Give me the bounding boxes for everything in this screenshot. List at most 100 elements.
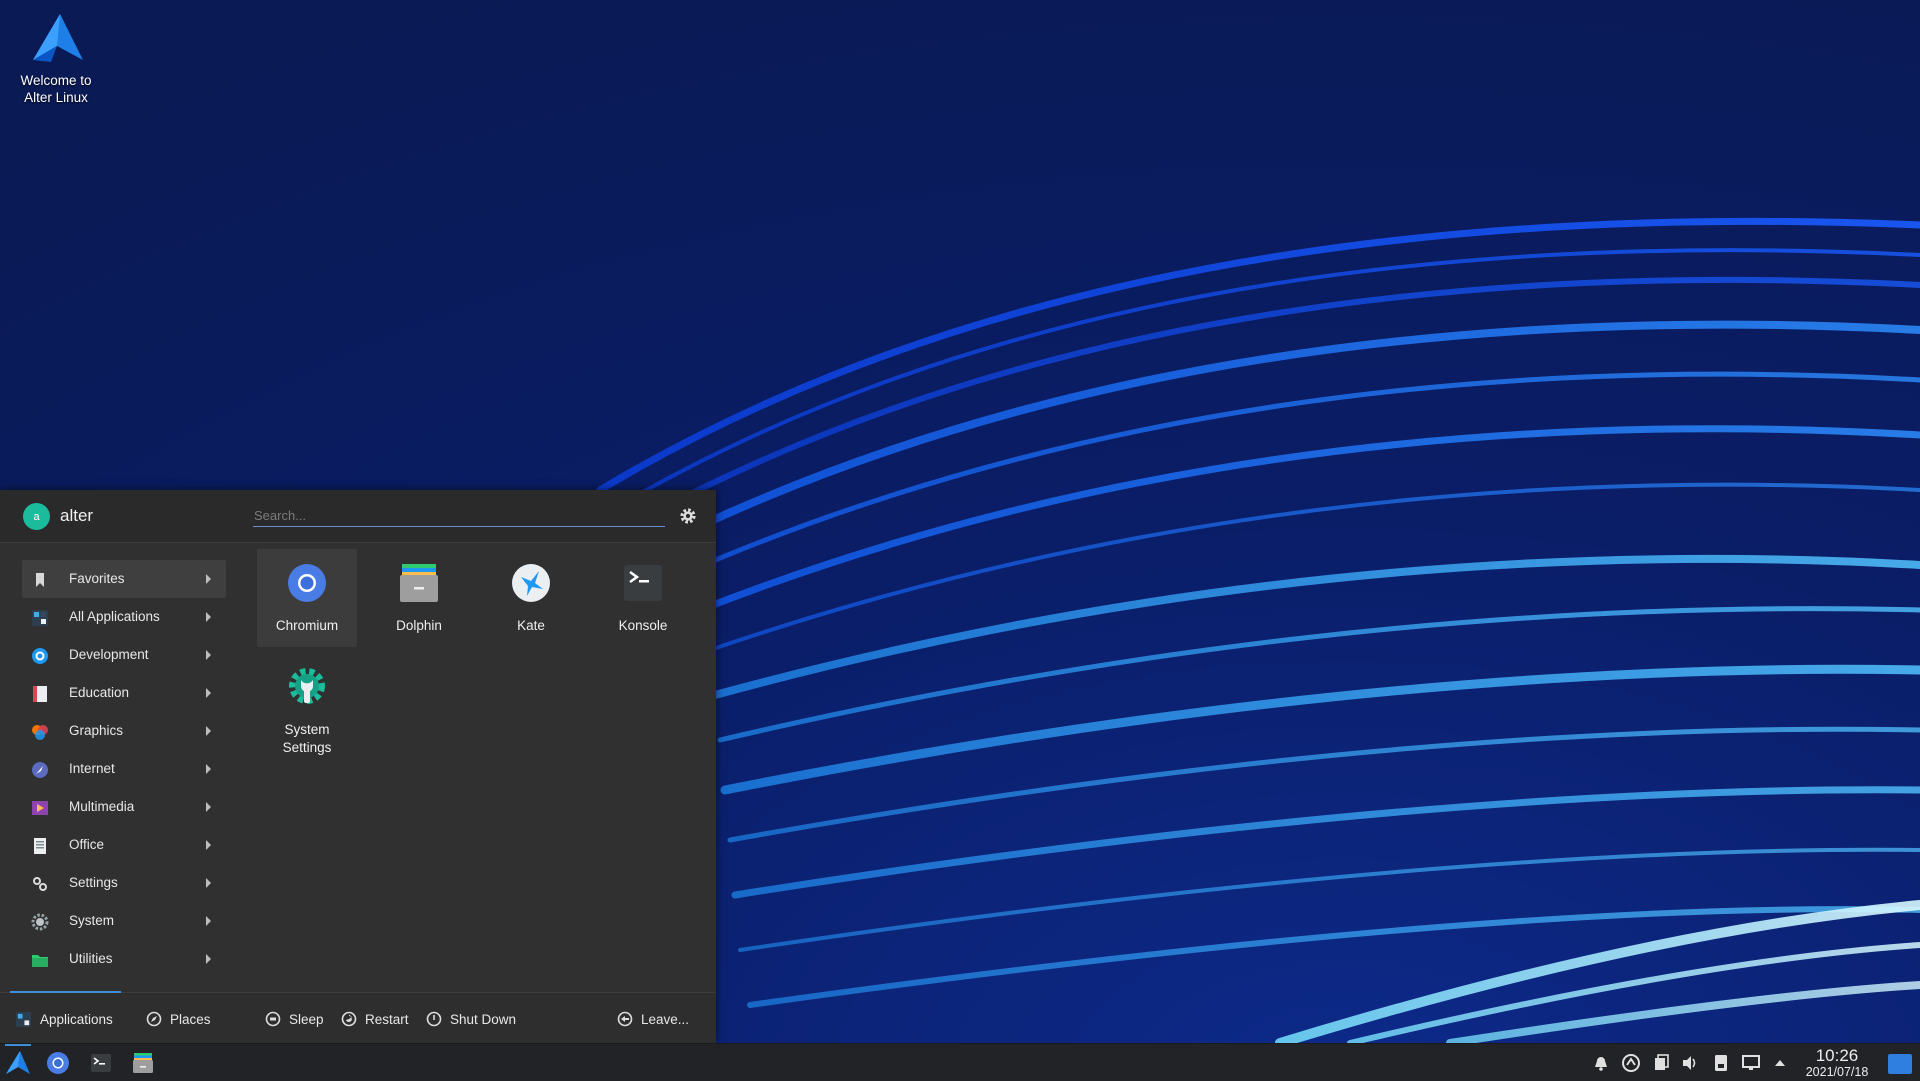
display-icon[interactable]	[1741, 1053, 1761, 1073]
category-label: Graphics	[69, 723, 124, 738]
compass-icon	[146, 1011, 162, 1027]
category-utilities[interactable]: Utilities	[22, 940, 226, 978]
chevron-right-icon	[206, 916, 211, 926]
category-label: Education	[69, 685, 130, 700]
category-label: Development	[69, 647, 149, 662]
sleep-icon	[265, 1011, 281, 1027]
category-list: Favorites All Applications Development E…	[22, 560, 226, 978]
bookmark-icon	[36, 573, 44, 587]
category-label: Multimedia	[69, 799, 135, 814]
username: alter	[60, 506, 94, 525]
active-tab-indicator	[10, 991, 121, 993]
active-launcher-indicator	[5, 1044, 31, 1046]
category-label: Favorites	[69, 571, 125, 586]
expand-arrow-icon[interactable]	[1770, 1053, 1790, 1073]
all-apps-icon	[32, 610, 48, 626]
app-label: Dolphin	[396, 618, 442, 633]
app-dolphin[interactable]: Dolphin	[369, 549, 469, 647]
application-launcher: a alter Favorites All Applications Devel…	[0, 490, 716, 1043]
category-office[interactable]: Office	[22, 826, 226, 864]
chevron-right-icon	[206, 574, 211, 584]
restart-button[interactable]: Restart	[341, 1010, 409, 1028]
system-icon	[31, 913, 49, 931]
volume-icon[interactable]	[1680, 1053, 1700, 1073]
office-icon	[34, 838, 46, 854]
leave-icon	[617, 1011, 633, 1027]
device-icon[interactable]	[1711, 1053, 1731, 1073]
app-chromium[interactable]: Chromium	[257, 549, 357, 647]
chevron-right-icon	[206, 802, 211, 812]
leave-button[interactable]: Leave...	[617, 1010, 689, 1028]
category-all-applications[interactable]: All Applications	[22, 598, 226, 636]
settings-icon	[33, 877, 47, 891]
app-system-settings[interactable]: System Settings	[257, 653, 357, 755]
konsole-icon[interactable]	[88, 1050, 114, 1076]
shutdown-button[interactable]: Shut Down	[426, 1010, 516, 1028]
category-favorites[interactable]: Favorites	[22, 560, 226, 598]
category-internet[interactable]: Internet	[22, 750, 226, 788]
restart-icon	[341, 1011, 357, 1027]
chromium-icon	[288, 564, 326, 602]
category-system[interactable]: System	[22, 902, 226, 940]
app-label: Kate	[517, 618, 545, 633]
education-icon	[33, 686, 47, 702]
category-graphics[interactable]: Graphics	[22, 712, 226, 750]
chromium-icon[interactable]	[45, 1050, 71, 1076]
app-label: System Settings	[282, 722, 332, 755]
category-label: System	[69, 913, 115, 928]
clipboard-icon[interactable]	[1651, 1053, 1671, 1073]
launcher-bottom-bar: Applications Places Sleep Restart Shut D…	[0, 991, 716, 1043]
utilities-icon	[32, 955, 48, 967]
category-label: Internet	[69, 761, 115, 776]
alter-logo-icon[interactable]	[5, 1050, 31, 1076]
power-icon	[426, 1011, 442, 1027]
tab-places[interactable]: Places	[146, 1010, 211, 1028]
app-label: Konsole	[618, 618, 668, 633]
chevron-right-icon	[206, 840, 211, 850]
category-label: Utilities	[69, 951, 113, 966]
alter-logo-icon	[33, 14, 83, 62]
app-kate[interactable]: Kate	[481, 549, 581, 647]
gear-icon[interactable]	[678, 506, 698, 526]
kate-icon	[512, 564, 550, 602]
chevron-right-icon	[206, 688, 211, 698]
category-education[interactable]: Education	[22, 674, 226, 712]
notifications-icon[interactable]	[1591, 1053, 1611, 1073]
chevron-right-icon	[206, 612, 211, 622]
tab-applications[interactable]: Applications	[15, 1010, 113, 1028]
development-icon	[32, 648, 48, 664]
desktop-icon-welcome[interactable]: Welcome to Alter Linux	[10, 12, 102, 106]
chevron-right-icon	[206, 878, 211, 888]
chevron-right-icon	[206, 650, 211, 660]
update-icon[interactable]	[1621, 1053, 1641, 1073]
launcher-header: a alter	[0, 490, 716, 543]
show-desktop-button[interactable]	[1888, 1054, 1912, 1074]
category-label: Office	[69, 837, 105, 852]
clock-date: 2021/07/18	[1805, 1065, 1869, 1079]
category-label: All Applications	[69, 609, 160, 624]
desktop-icon-label: Welcome to Alter Linux	[20, 73, 92, 105]
all-apps-icon	[15, 1011, 32, 1027]
system-settings-icon	[289, 668, 325, 704]
internet-icon	[32, 762, 48, 778]
category-development[interactable]: Development	[22, 636, 226, 674]
dolphin-icon[interactable]	[130, 1050, 156, 1076]
category-label: Settings	[69, 875, 118, 890]
dolphin-icon	[400, 564, 438, 602]
search-input[interactable]	[253, 504, 665, 527]
multimedia-icon	[32, 801, 48, 815]
graphics-icon	[32, 725, 48, 740]
app-label: Chromium	[275, 618, 339, 633]
category-multimedia[interactable]: Multimedia	[22, 788, 226, 826]
konsole-icon	[624, 565, 662, 601]
avatar[interactable]: a	[23, 503, 50, 530]
taskbar: 10:26 2021/07/18	[0, 1043, 1920, 1081]
category-settings[interactable]: Settings	[22, 864, 226, 902]
app-konsole[interactable]: Konsole	[593, 549, 693, 647]
chevron-right-icon	[206, 726, 211, 736]
sleep-button[interactable]: Sleep	[265, 1010, 324, 1028]
chevron-right-icon	[206, 954, 211, 964]
digital-clock[interactable]: 10:26 2021/07/18	[1798, 1046, 1876, 1079]
chevron-right-icon	[206, 764, 211, 774]
clock-time: 10:26	[1815, 1046, 1859, 1065]
